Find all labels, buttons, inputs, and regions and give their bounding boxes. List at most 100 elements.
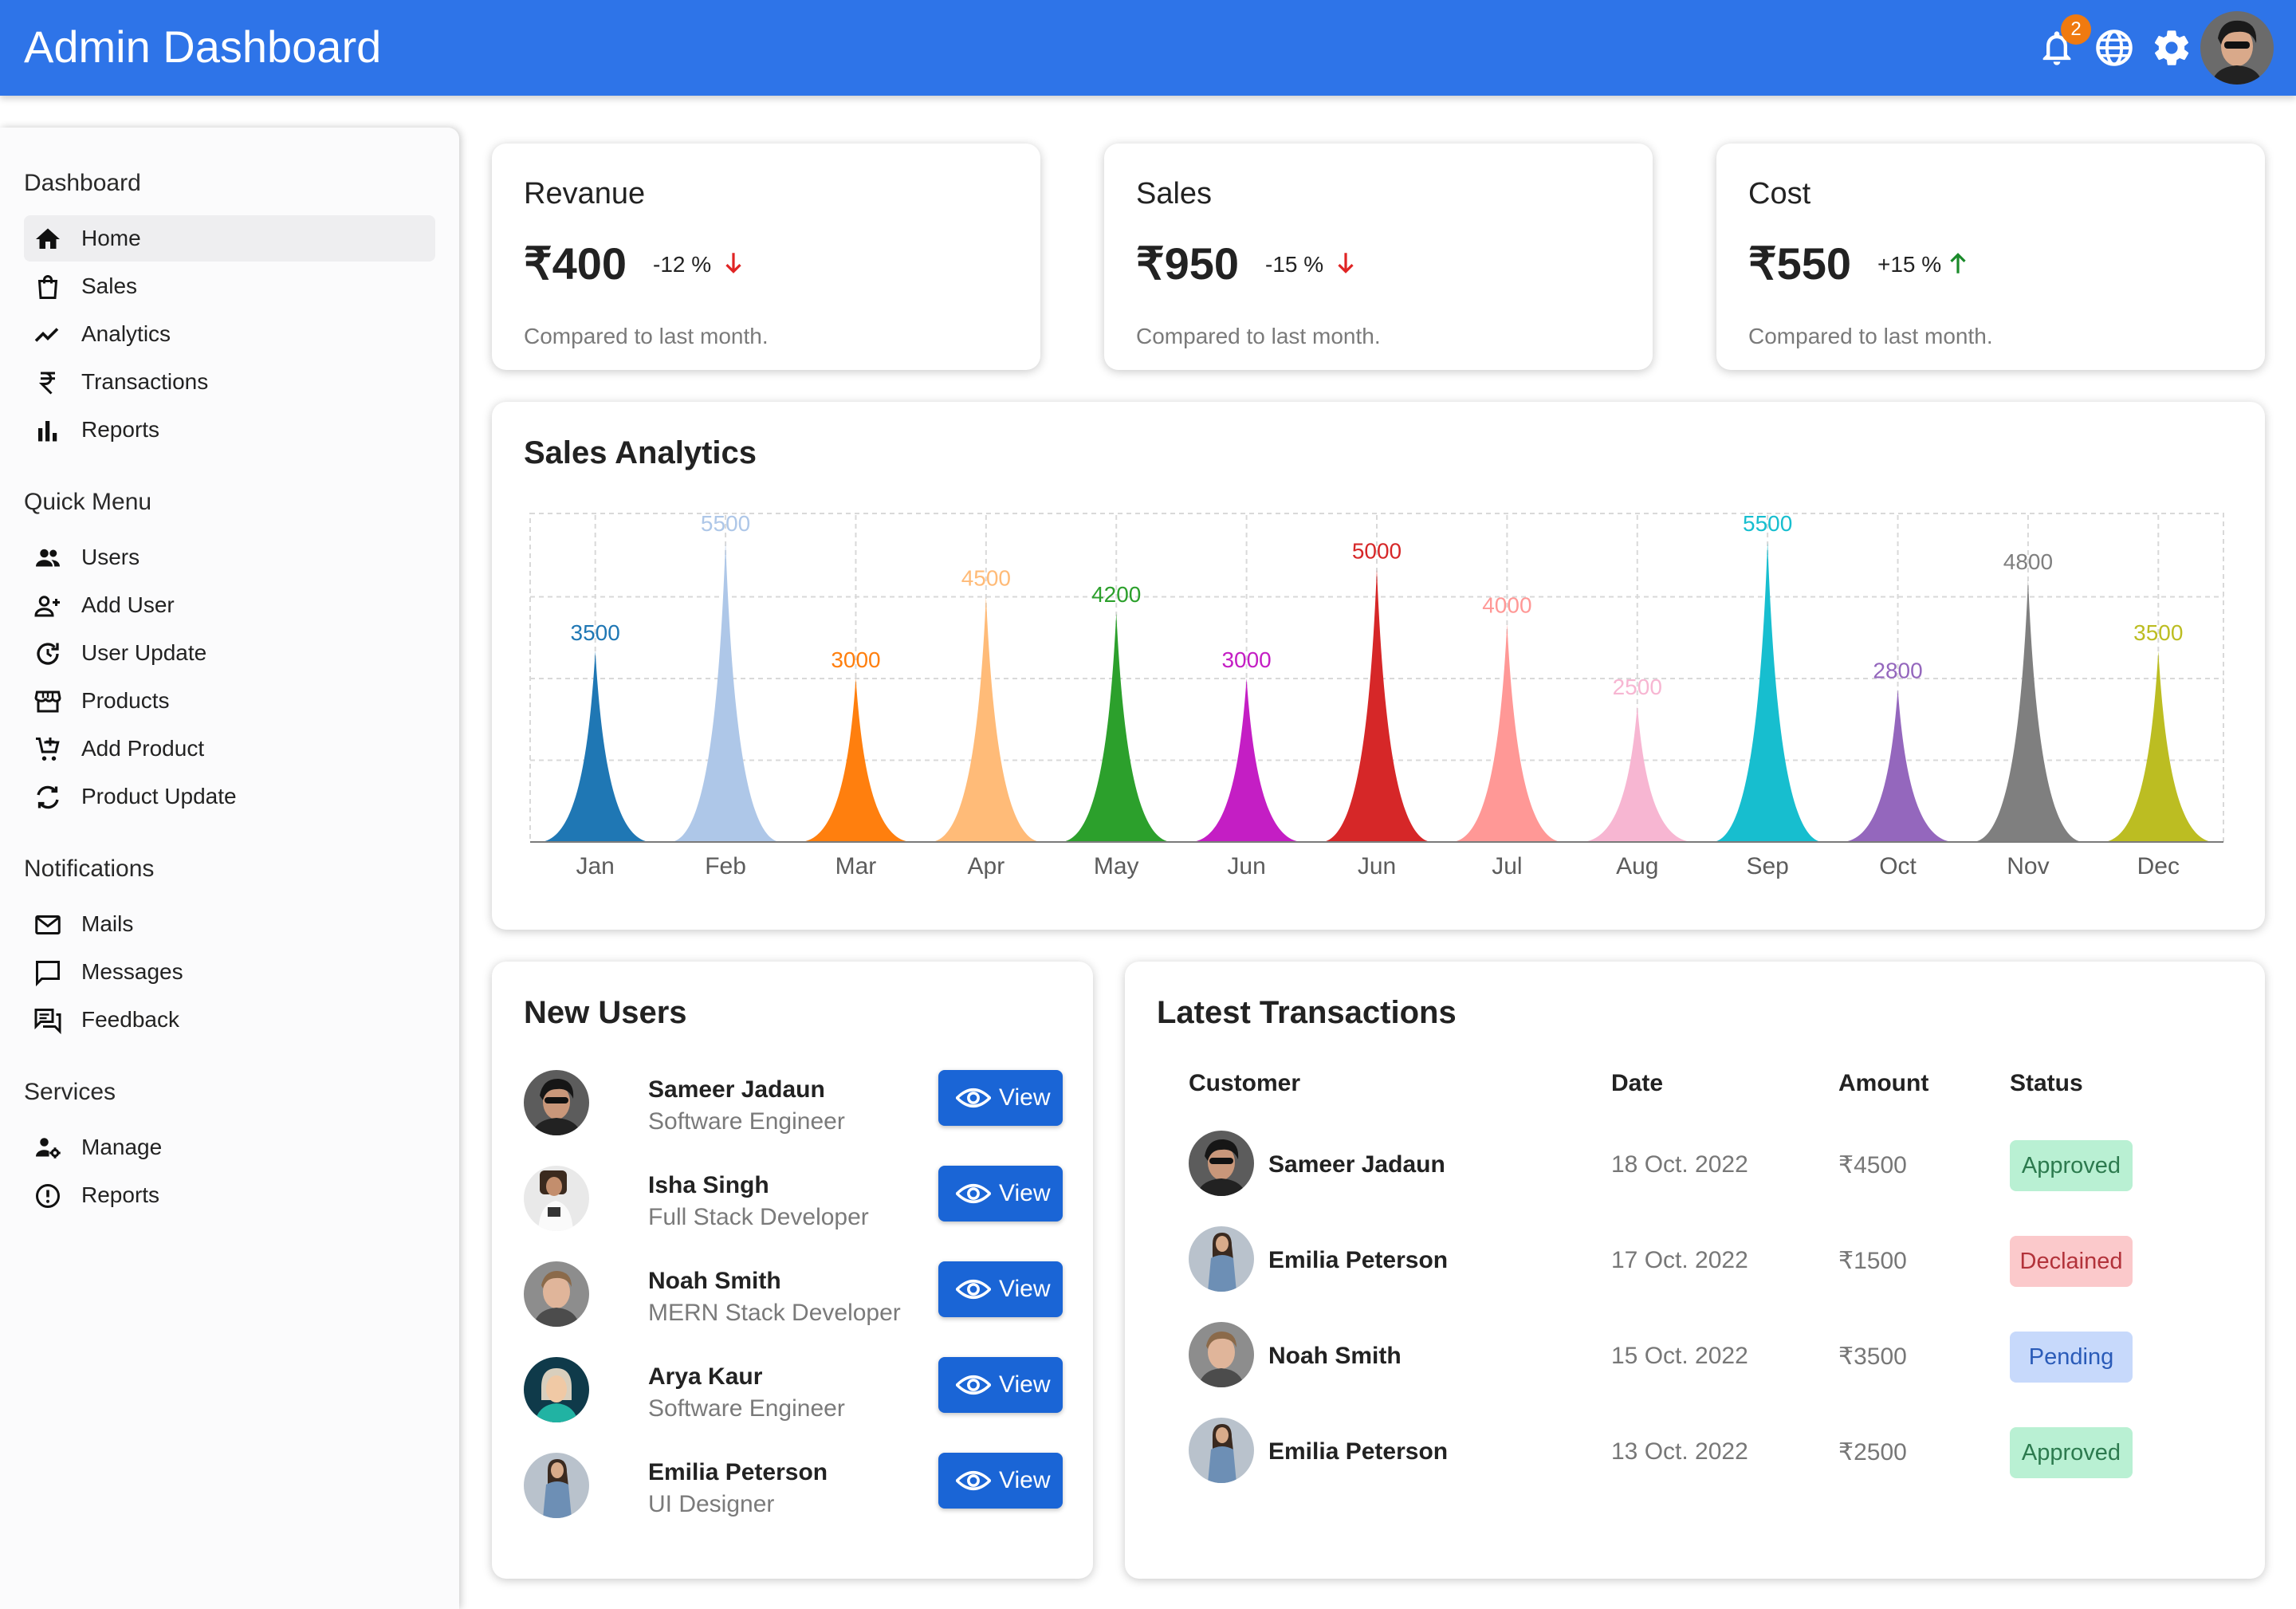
x-tick-label: Jan xyxy=(576,853,615,879)
sidebar-item-service-reports[interactable]: Reports xyxy=(24,1172,435,1218)
avatar xyxy=(1189,1322,1254,1387)
table-row: Sameer Jadaun 18 Oct. 2022 ₹4500 Approve… xyxy=(1125,1131,2249,1202)
data-label: 3500 xyxy=(2133,620,2183,645)
sidebar-item-label: Reports xyxy=(81,417,160,442)
sidebar-item-user-update[interactable]: User Update xyxy=(24,630,435,676)
kpi-card-revenue: Revanue ₹400 -12 % Compared to last mont… xyxy=(492,144,1040,370)
sidebar-item-label: Add User xyxy=(81,592,175,617)
user-row: Noah Smith MERN Stack Developer View xyxy=(492,1261,1122,1349)
x-tick-label: Mar xyxy=(835,853,877,879)
arrow-down-icon xyxy=(1338,253,1354,273)
transaction-date: 18 Oct. 2022 xyxy=(1611,1151,1748,1178)
trend-line-icon xyxy=(34,328,59,342)
sidebar-item-label: Add Product xyxy=(81,736,205,761)
transaction-amount: ₹2500 xyxy=(1838,1439,1907,1465)
user-role: Full Stack Developer xyxy=(648,1204,869,1230)
sidebar-item-users[interactable]: Users xyxy=(24,534,435,580)
avatar xyxy=(1189,1226,1254,1292)
sidebar-item-home[interactable]: Home xyxy=(24,215,435,262)
user-role: MERN Stack Developer xyxy=(648,1300,901,1326)
sidebar-item-mails[interactable]: Mails xyxy=(24,901,435,947)
sidebar-item-label: Home xyxy=(81,226,141,250)
gear-icon[interactable] xyxy=(2151,27,2192,69)
user-row: Sameer Jadaun Software Engineer View xyxy=(492,1070,1122,1158)
eye-icon xyxy=(956,1470,991,1491)
x-tick-label: Jun xyxy=(1358,853,1396,879)
customer-name: Sameer Jadaun xyxy=(1268,1151,1445,1178)
x-tick-label: Sep xyxy=(1746,853,1788,879)
avatar xyxy=(1189,1418,1254,1483)
column-header-amount: Amount xyxy=(1838,1070,1929,1096)
user-role: UI Designer xyxy=(648,1491,775,1517)
data-label: 5500 xyxy=(701,511,750,536)
sidebar-section-quick-menu: Quick Menu xyxy=(24,489,152,515)
sidebar-item-transactions[interactable]: Transactions xyxy=(24,359,435,405)
view-user-button[interactable]: View xyxy=(938,1357,1063,1413)
sidebar-item-manage[interactable]: Manage xyxy=(24,1124,435,1170)
mail-icon xyxy=(35,915,61,934)
eye-icon xyxy=(956,1183,991,1204)
sidebar-item-label: Sales xyxy=(81,273,138,298)
eye-icon xyxy=(956,1088,991,1108)
sidebar-item-add-user[interactable]: Add User xyxy=(24,582,435,628)
sidebar-item-label: Messages xyxy=(81,959,183,984)
kpi-subtitle: Compared to last month. xyxy=(1748,324,1993,348)
table-row: Emilia Peterson 17 Oct. 2022 ₹1500 Decla… xyxy=(1125,1226,2249,1298)
chart-spike xyxy=(2103,651,2213,842)
sidebar-item-reports[interactable]: Reports xyxy=(24,407,435,453)
app-bar: Admin Dashboard 2 xyxy=(0,0,2296,96)
user-name: Sameer Jadaun xyxy=(648,1076,825,1103)
data-label: 2500 xyxy=(1613,675,1662,699)
sales-analytics-card: Sales Analytics 3500 Jan 5500 Feb 3000 Mar 450… xyxy=(492,402,2265,930)
transaction-amount: ₹1500 xyxy=(1838,1248,1907,1274)
view-user-button[interactable]: View xyxy=(938,1453,1063,1509)
sidebar-section-notifications: Notifications xyxy=(24,856,155,882)
sidebar-item-products[interactable]: Products xyxy=(24,678,435,724)
view-button-label: View xyxy=(999,1371,1051,1398)
sidebar-item-feedback[interactable]: Feedback xyxy=(24,997,435,1043)
kpi-subtitle: Compared to last month. xyxy=(1136,324,1381,348)
transaction-amount: ₹4500 xyxy=(1838,1152,1907,1178)
manage-icon xyxy=(36,1138,61,1159)
new-users-title: New Users xyxy=(524,995,687,1030)
arrow-down-icon xyxy=(725,253,741,273)
profile-avatar[interactable] xyxy=(2200,11,2274,85)
data-label: 2800 xyxy=(1873,659,1922,683)
sidebar-section-dashboard: Dashboard xyxy=(24,170,141,196)
sidebar-section-services: Services xyxy=(24,1079,116,1105)
view-user-button[interactable]: View xyxy=(938,1261,1063,1317)
shopping-bag-icon xyxy=(37,275,58,299)
bar-chart-icon xyxy=(38,421,57,442)
x-tick-label: May xyxy=(1094,853,1139,879)
chart-spike xyxy=(931,596,1041,842)
sidebar-item-label: Transactions xyxy=(81,369,209,394)
eye-icon xyxy=(956,1279,991,1300)
user-name: Arya Kaur xyxy=(648,1363,763,1390)
view-user-button[interactable]: View xyxy=(938,1166,1063,1222)
sidebar-item-sales[interactable]: Sales xyxy=(24,263,435,309)
sidebar-item-messages[interactable]: Messages xyxy=(24,949,435,995)
chart-spike xyxy=(1842,689,1953,842)
sidebar-item-add-product[interactable]: Add Product xyxy=(24,726,435,772)
view-button-label: View xyxy=(999,1084,1051,1111)
update-icon xyxy=(37,643,59,665)
data-label: 3500 xyxy=(571,620,620,645)
column-header-customer: Customer xyxy=(1189,1070,1301,1096)
store-icon xyxy=(34,690,61,713)
transactions-title: Latest Transactions xyxy=(1157,995,1457,1030)
sidebar-item-label: Manage xyxy=(81,1135,163,1159)
x-tick-label: Oct xyxy=(1879,853,1917,879)
sidebar-item-analytics[interactable]: Analytics xyxy=(24,311,435,357)
sidebar-item-product-update[interactable]: Product Update xyxy=(24,773,435,820)
globe-icon[interactable] xyxy=(2094,27,2135,69)
notification-badge: 2 xyxy=(2061,14,2091,45)
avatar xyxy=(524,1357,589,1422)
data-label: 3000 xyxy=(1221,647,1271,672)
view-user-button[interactable]: View xyxy=(938,1070,1063,1126)
x-tick-label: Dec xyxy=(2137,853,2180,879)
x-tick-label: Jul xyxy=(1492,853,1522,879)
table-row: Noah Smith 15 Oct. 2022 ₹3500 Pending xyxy=(1125,1322,2249,1394)
x-tick-label: Jun xyxy=(1227,853,1265,879)
data-label: 4800 xyxy=(2003,549,2053,574)
user-role: Software Engineer xyxy=(648,1395,845,1422)
